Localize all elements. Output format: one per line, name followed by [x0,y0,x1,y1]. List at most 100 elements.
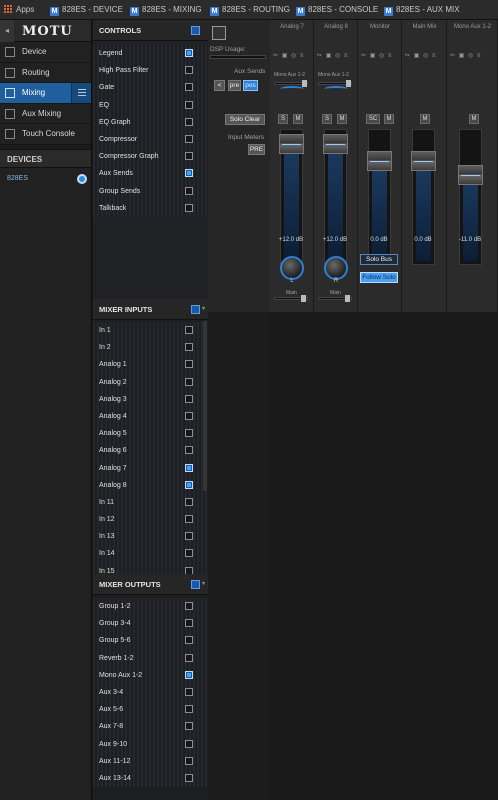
list-item[interactable]: Legend [93,45,208,63]
tab-apps[interactable]: Apps [16,5,34,14]
device-selected-radio[interactable] [77,173,87,184]
list-item[interactable]: Gate [93,79,208,97]
channel-fader[interactable] [411,129,436,265]
pan-knob[interactable] [324,256,348,280]
device-list-item[interactable]: 828ES [0,168,91,190]
checkbox[interactable] [185,186,193,195]
mute-button[interactable]: M [293,114,303,124]
checkbox[interactable] [185,100,193,109]
list-item[interactable]: Analog 4 [93,407,208,426]
checkbox[interactable] [185,117,193,126]
list-item[interactable]: Aux Sends [93,165,208,183]
list-item[interactable]: Analog 7 [93,459,208,477]
checkbox[interactable] [185,739,193,748]
solo-button[interactable]: S [322,114,332,124]
checkbox[interactable] [185,687,193,696]
mixer-view-icon[interactable] [212,26,226,40]
sidebar-item-aux-mixing[interactable]: Aux Mixing [0,104,91,124]
checkbox[interactable] [185,377,193,386]
checkbox[interactable] [185,411,193,420]
tab-mixing[interactable]: M 828ES - MIXING [130,5,202,16]
list-item[interactable]: Analog 3 [93,390,208,408]
checkbox[interactable] [185,49,193,57]
list-item[interactable]: EQ Graph [93,113,208,131]
tab-routing[interactable]: M 828ES - ROUTING [210,5,290,16]
list-item[interactable]: Compressor [93,130,208,149]
checkbox[interactable] [185,480,193,489]
back-arrow-icon[interactable]: ◂ [0,20,14,42]
channel-icons[interactable]: ✂ ▣ ◎ ≡ [273,52,304,59]
checkbox[interactable] [185,670,193,679]
list-item[interactable]: Aux 13-14 [93,769,208,788]
list-item[interactable]: High Pass Filter [93,62,208,80]
scroll-arrow-icon[interactable]: ▾ [202,574,205,595]
channel-icons[interactable]: ✂ ▣ ◎ ≡ [450,52,481,59]
list-item[interactable]: Analog 5 [93,425,208,443]
list-item[interactable]: Talkback [93,199,208,217]
channel-fader[interactable] [367,129,392,265]
list-item[interactable]: Aux 5-6 [93,701,208,719]
tab-device[interactable]: M 828ES - DEVICE [50,5,123,16]
balance-slider[interactable] [274,295,308,302]
list-item[interactable]: In 2 [93,339,208,357]
pre-button[interactable]: pre [228,80,241,91]
list-item[interactable]: Aux 11-12 [93,752,208,770]
list-item[interactable]: Aux 9-10 [93,735,208,753]
checkbox[interactable] [185,653,193,662]
mixer-inputs-toggle-all-checkbox[interactable] [191,305,200,314]
pan-knob[interactable] [280,256,304,280]
pre-post-prev-button[interactable]: < [214,80,225,91]
checkbox[interactable] [185,343,193,352]
list-item[interactable]: Mono Aux 1-2 [93,666,208,684]
checkbox[interactable] [185,532,193,541]
list-item[interactable]: Analog 1 [93,356,208,374]
checkbox[interactable] [185,497,193,506]
channel-fader[interactable] [458,129,483,265]
aux-send-slider[interactable] [274,80,308,87]
checkbox[interactable] [185,463,193,472]
send-pan-arc[interactable] [280,86,304,92]
aux-send-slider[interactable] [318,80,352,87]
mute-button[interactable]: M [420,114,430,124]
checkbox[interactable] [185,446,193,455]
list-item[interactable]: Analog 6 [93,442,208,460]
checkbox[interactable] [185,773,193,782]
list-item[interactable]: In 1 [93,322,208,340]
checkbox[interactable] [185,66,193,75]
checkbox[interactable] [185,429,193,438]
list-item[interactable]: Analog 2 [93,373,208,391]
list-item[interactable]: In 11 [93,493,208,512]
checkbox[interactable] [185,722,193,731]
checkbox[interactable] [185,619,193,628]
mute-button[interactable]: M [384,114,394,124]
sidebar-item-mixing[interactable]: Mixing [0,83,91,104]
scroll-arrow-icon[interactable]: ▾ [202,299,205,320]
checkbox[interactable] [185,756,193,765]
sidebar-item-touch-console[interactable]: Touch Console [0,124,91,145]
channel-icons[interactable]: ✂ ▣ ◎ ≡ [317,52,348,59]
list-item[interactable]: Analog 8 [93,476,208,494]
checkbox[interactable] [185,326,193,334]
checkbox[interactable] [185,636,193,645]
channel-fader[interactable] [323,129,348,265]
solo-button[interactable]: SC [366,114,380,124]
list-item[interactable]: EQ [93,96,208,114]
sidebar-item-device[interactable]: Device [0,42,91,63]
checkbox[interactable] [185,602,193,610]
checkbox[interactable] [185,203,193,212]
checkbox[interactable] [185,549,193,558]
list-item[interactable]: Aux 3-4 [93,683,208,702]
list-item[interactable]: Compressor Graph [93,148,208,166]
list-item[interactable]: Group 3-4 [93,615,208,633]
list-item[interactable]: Group 5-6 [93,632,208,650]
checkbox[interactable] [185,83,193,92]
checkbox[interactable] [185,360,193,369]
mute-button[interactable]: M [337,114,347,124]
list-item[interactable]: In 13 [93,528,208,546]
checkbox[interactable] [185,169,193,178]
channel-icons[interactable]: ✂ ▣ ◎ ≡ [405,52,436,59]
checkbox[interactable] [185,152,193,161]
list-item[interactable]: In 12 [93,511,208,529]
tab-console[interactable]: M 828ES - CONSOLE [296,5,378,16]
list-item[interactable]: Aux 7-8 [93,718,208,736]
